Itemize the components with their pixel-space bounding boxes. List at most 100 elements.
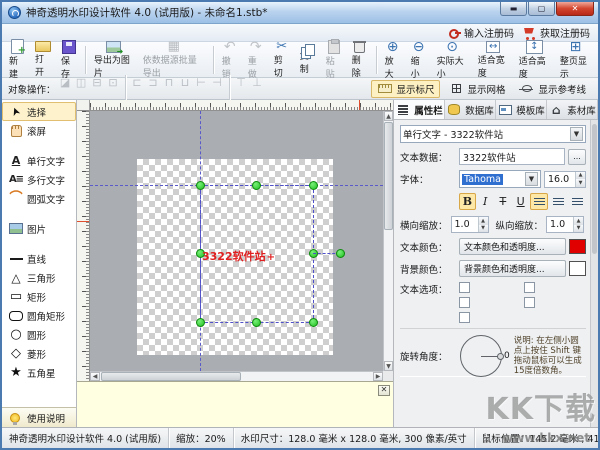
rotation-knob[interactable] bbox=[497, 353, 504, 360]
tool-star[interactable]: 五角星 bbox=[2, 363, 76, 382]
minimize-button[interactable]: ▬ bbox=[500, 2, 527, 16]
italic-button[interactable]: I bbox=[477, 193, 494, 210]
export-image-button[interactable]: 导出为图片 bbox=[89, 43, 138, 76]
align-left-objects-icon[interactable]: ⊏ bbox=[130, 75, 145, 90]
align-center-h-icon[interactable]: ⊐ bbox=[146, 75, 161, 90]
align-top-icon[interactable]: ⊔ bbox=[178, 75, 193, 90]
zoom-out-button[interactable]: 缩小 bbox=[406, 43, 432, 76]
vertical-checkbox[interactable] bbox=[459, 297, 522, 308]
zoom-in-button[interactable]: 放大 bbox=[380, 43, 406, 76]
spin-down-icon[interactable]: ▼ bbox=[479, 225, 488, 233]
tab-properties[interactable]: 属性栏 bbox=[394, 100, 445, 119]
spin-down-icon[interactable]: ▼ bbox=[576, 179, 585, 187]
enter-regcode-button[interactable]: 输入注册码 bbox=[449, 25, 514, 40]
tool-select[interactable]: 选择 bbox=[2, 102, 76, 121]
text-data-more-button[interactable]: ... bbox=[568, 149, 586, 165]
save-button[interactable]: 保存 bbox=[56, 43, 82, 76]
show-guides-toggle[interactable]: 显示参考线 bbox=[513, 80, 592, 98]
close-button[interactable]: ✕ bbox=[556, 2, 594, 16]
align-right-objects-icon[interactable]: ⊓ bbox=[162, 75, 177, 90]
rotation-handle[interactable] bbox=[336, 249, 345, 258]
show-ruler-toggle[interactable]: 显示标尺 bbox=[371, 80, 440, 98]
tab-materials[interactable]: 素材库 bbox=[547, 100, 598, 119]
canvas-viewport[interactable]: 3322软件站+ bbox=[90, 111, 383, 371]
tool-line[interactable]: 直线 bbox=[2, 249, 76, 268]
selection-handle[interactable] bbox=[309, 318, 318, 327]
rtl-checkbox[interactable] bbox=[524, 282, 587, 293]
bg-color-button[interactable]: 背景颜色和透明度... bbox=[459, 260, 566, 277]
tool-circle[interactable]: 圆形 bbox=[2, 325, 76, 344]
selection-handle[interactable] bbox=[252, 318, 261, 327]
tool-triangle[interactable]: 三角形 bbox=[2, 268, 76, 287]
selection-handle[interactable] bbox=[309, 181, 318, 190]
fit-width-button[interactable]: 适合宽度 bbox=[473, 43, 514, 76]
align-bottom-icon[interactable]: ⊣ bbox=[210, 75, 225, 90]
show-grid-toggle[interactable]: 显示网格 bbox=[442, 80, 511, 98]
vscale-spinner[interactable]: 1.0 ▲▼ bbox=[546, 216, 584, 233]
batch-export-button[interactable]: 依数据源批量导出 bbox=[138, 43, 210, 76]
tool-image[interactable]: 图片 bbox=[2, 219, 76, 238]
new-button[interactable]: 新建 bbox=[4, 43, 30, 76]
horizontal-scrollbar[interactable]: ◀ ▶ bbox=[90, 371, 383, 381]
same-height-icon[interactable]: ⊥ bbox=[250, 75, 265, 90]
align-middle-icon[interactable]: ⊢ bbox=[194, 75, 209, 90]
usage-help-button[interactable]: 使用说明 bbox=[2, 407, 76, 427]
font-dropdown[interactable]: Tahoma ▼ bbox=[459, 170, 541, 188]
get-regcode-button[interactable]: 获取注册码 bbox=[524, 25, 590, 40]
selection-handle[interactable] bbox=[252, 181, 261, 190]
vertical-scroll-thumb[interactable] bbox=[384, 122, 393, 230]
bring-forward-icon[interactable]: ◫ bbox=[74, 75, 89, 90]
menu-item[interactable] bbox=[34, 26, 50, 39]
align-right-button[interactable] bbox=[568, 193, 586, 210]
send-backward-icon[interactable]: ⊟ bbox=[90, 75, 105, 90]
tool-single-text[interactable]: 单行文字 bbox=[2, 151, 76, 170]
bg-color-swatch[interactable] bbox=[569, 261, 586, 276]
tool-rect[interactable]: 矩形 bbox=[2, 287, 76, 306]
paste-button[interactable]: 粘贴 bbox=[321, 43, 347, 76]
selection-handle[interactable] bbox=[196, 181, 205, 190]
font-size-spinner[interactable]: 16.0 ▲▼ bbox=[544, 171, 586, 188]
menu-item[interactable] bbox=[50, 26, 66, 39]
scroll-right-arrow[interactable]: ▶ bbox=[373, 372, 383, 381]
horizontal-scroll-thumb[interactable] bbox=[101, 372, 241, 381]
menu-item[interactable] bbox=[66, 26, 82, 39]
open-button[interactable]: 打开 bbox=[30, 43, 56, 76]
scroll-down-arrow[interactable]: ▼ bbox=[384, 361, 393, 371]
bold-button[interactable]: B bbox=[459, 193, 476, 210]
full-page-button[interactable]: 整页显示 bbox=[555, 43, 596, 76]
rotation-dial[interactable] bbox=[460, 335, 502, 377]
vertical-scrollbar[interactable]: ▲ ▼ bbox=[383, 111, 393, 371]
scroll-up-arrow[interactable]: ▲ bbox=[384, 111, 393, 121]
copy-button[interactable]: 复制 bbox=[295, 43, 321, 76]
fit-height-button[interactable]: 适合高度 bbox=[514, 43, 555, 76]
bring-front-icon[interactable]: ◪ bbox=[58, 75, 73, 90]
tab-templates[interactable]: 模板库 bbox=[496, 100, 547, 119]
even-distribute-checkbox[interactable] bbox=[459, 312, 522, 323]
align-left-button[interactable] bbox=[530, 193, 548, 210]
panel-scroll-thumb[interactable] bbox=[592, 124, 597, 254]
redo-button[interactable]: 重做 bbox=[243, 43, 269, 76]
tool-multi-text[interactable]: 多行文字 bbox=[2, 170, 76, 189]
underline-button[interactable]: U bbox=[512, 193, 529, 210]
maximize-button[interactable]: ▢ bbox=[528, 2, 555, 16]
object-selector-dropdown[interactable]: 单行文字 - 3322软件站 ▼ bbox=[400, 125, 586, 143]
tool-pan[interactable]: 滚屏 bbox=[2, 121, 76, 140]
instructions-close-button[interactable]: ✕ bbox=[378, 385, 390, 396]
auto-shrink-checkbox[interactable] bbox=[524, 297, 587, 308]
tool-arc-text[interactable]: 圆弧文字 bbox=[2, 189, 76, 208]
spin-up-icon[interactable]: ▲ bbox=[574, 217, 583, 225]
watermark-text-object[interactable]: 3322软件站+ bbox=[202, 248, 275, 264]
tool-diamond[interactable]: 菱形 bbox=[2, 344, 76, 363]
hscale-spinner[interactable]: 1.0 ▲▼ bbox=[451, 216, 489, 233]
spin-up-icon[interactable]: ▲ bbox=[576, 172, 585, 180]
hollow-text-checkbox[interactable] bbox=[459, 282, 522, 293]
spin-down-icon[interactable]: ▼ bbox=[574, 225, 583, 233]
text-color-button[interactable]: 文本颜色和透明度... bbox=[459, 238, 566, 255]
scroll-left-arrow[interactable]: ◀ bbox=[90, 372, 100, 381]
delete-button[interactable]: 删除 bbox=[347, 43, 373, 76]
text-color-swatch[interactable] bbox=[569, 239, 586, 254]
panel-scrollbar[interactable] bbox=[590, 120, 598, 427]
tab-database[interactable]: 数据库 bbox=[445, 100, 496, 119]
menu-item[interactable] bbox=[18, 26, 34, 39]
undo-button[interactable]: 撤销 bbox=[217, 43, 243, 76]
